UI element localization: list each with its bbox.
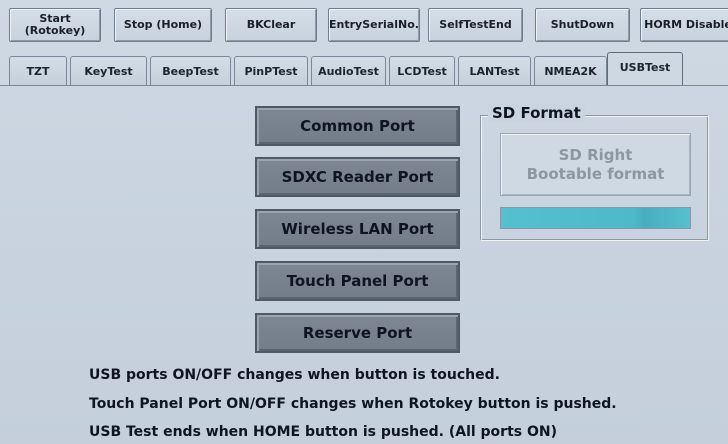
tab-lcdtest[interactable]: LCDTest <box>389 56 455 85</box>
sd-format-title: SD Format <box>488 104 585 122</box>
tab-beeptest[interactable]: BeepTest <box>150 56 231 85</box>
stop-home-button[interactable]: Stop (Home) <box>114 8 212 42</box>
info-line-touch-panel: Touch Panel Port ON/OFF changes when Rot… <box>89 396 617 412</box>
usb-test-screen: Start (Rotokey) Stop (Home) BKClear Entr… <box>0 0 728 444</box>
common-port-button[interactable]: Common Port <box>255 106 460 146</box>
wireless-lan-port-button[interactable]: Wireless LAN Port <box>255 209 460 249</box>
sd-format-progress-bar <box>500 207 691 229</box>
info-line-usb-ports: USB ports ON/OFF changes when button is … <box>89 367 500 383</box>
self-test-end-button[interactable]: SelfTestEnd <box>428 8 523 42</box>
tab-nmea2k[interactable]: NMEA2K <box>534 56 607 85</box>
bkclear-button[interactable]: BKClear <box>225 8 317 42</box>
start-rotokey-button[interactable]: Start (Rotokey) <box>9 8 101 42</box>
tab-pinptest[interactable]: PinPTest <box>234 56 308 85</box>
tab-audiotest[interactable]: AudioTest <box>311 56 386 85</box>
entry-serial-no-button[interactable]: EntrySerialNo. <box>328 8 420 42</box>
sdxc-reader-port-button[interactable]: SDXC Reader Port <box>255 157 460 197</box>
sd-right-bootable-format-button[interactable]: SD Right Bootable format <box>500 133 691 196</box>
toolbar: Start (Rotokey) Stop (Home) BKClear Entr… <box>0 0 728 52</box>
info-line-usb-test-end: USB Test ends when HOME button is pushed… <box>89 424 557 440</box>
tab-tzt[interactable]: TZT <box>9 56 67 85</box>
horm-disable-button[interactable]: HORM Disable <box>640 8 728 42</box>
tab-divider <box>0 85 728 86</box>
reserve-port-button[interactable]: Reserve Port <box>255 313 460 353</box>
test-tabs: TZT KeyTest BeepTest PinPTest AudioTest … <box>0 52 728 86</box>
shutdown-button[interactable]: ShutDown <box>535 8 630 42</box>
tab-keytest[interactable]: KeyTest <box>70 56 147 85</box>
sd-format-progress-fill <box>501 208 690 228</box>
tab-usbtest[interactable]: USBTest <box>607 52 683 86</box>
touch-panel-port-button[interactable]: Touch Panel Port <box>255 261 460 301</box>
tab-lantest[interactable]: LANTest <box>458 56 531 85</box>
